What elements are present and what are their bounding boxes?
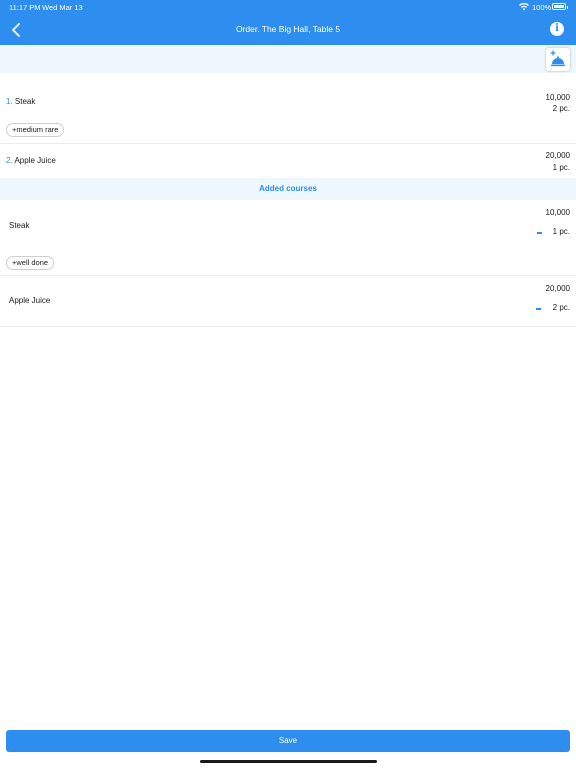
order-item-label: Apple Juice (14, 156, 56, 165)
order-item[interactable]: 1. Steak 10,000 2 pc. +medium rare (0, 73, 576, 143)
add-course-button[interactable] (546, 48, 570, 71)
status-bar: 11:17 PM Wed Mar 13 100% (0, 0, 576, 14)
decrease-qty-button[interactable] (537, 232, 542, 234)
added-item-price: 10,000 (545, 208, 570, 217)
added-courses-header: Added courses (0, 178, 576, 200)
added-item-name: Steak (9, 221, 30, 230)
order-item-label: Steak (14, 97, 36, 106)
home-indicator (200, 760, 377, 763)
added-item-qty: 1 pc. (552, 227, 570, 236)
order-toolbar (0, 45, 576, 73)
order-item-name: 2. Apple Juice (6, 156, 56, 165)
battery-icon (552, 3, 568, 10)
modifier-tag[interactable]: +well done (6, 256, 55, 270)
order-item-price: 20,000 (545, 151, 570, 160)
status-date: Wed Mar 13 (42, 3, 83, 12)
added-item-name: Apple Juice (9, 296, 51, 305)
battery-percent: 100% (532, 3, 552, 12)
decrease-qty-button[interactable] (536, 308, 541, 310)
status-time: 11:17 PM (9, 3, 41, 12)
order-item-qty: 2 pc. (552, 104, 570, 113)
save-button[interactable]: Save (6, 730, 570, 752)
added-item-qty: 2 pc. (552, 303, 570, 312)
order-item-qty: 1 pc. (552, 163, 570, 172)
modifier-tag[interactable]: +medium rare (6, 123, 65, 137)
added-item[interactable]: Steak 10,000 1 pc. +well done (0, 200, 576, 275)
order-item-name: 1. Steak (6, 97, 35, 106)
order-item-price: 10,000 (545, 93, 570, 102)
order-item[interactable]: 2. Apple Juice 20,000 1 pc. (0, 144, 576, 178)
row-divider (0, 326, 576, 327)
page-title: Order. The Big Hall, Table 5 (235, 24, 341, 34)
order-item-number: 2. (6, 156, 13, 165)
add-cloche-icon (550, 50, 565, 67)
wifi-icon (519, 3, 529, 11)
info-icon[interactable]: i (550, 22, 564, 36)
added-item[interactable]: Apple Juice 20,000 2 pc. (0, 276, 576, 326)
order-item-number: 1. (6, 97, 13, 106)
added-item-price: 20,000 (545, 284, 570, 293)
